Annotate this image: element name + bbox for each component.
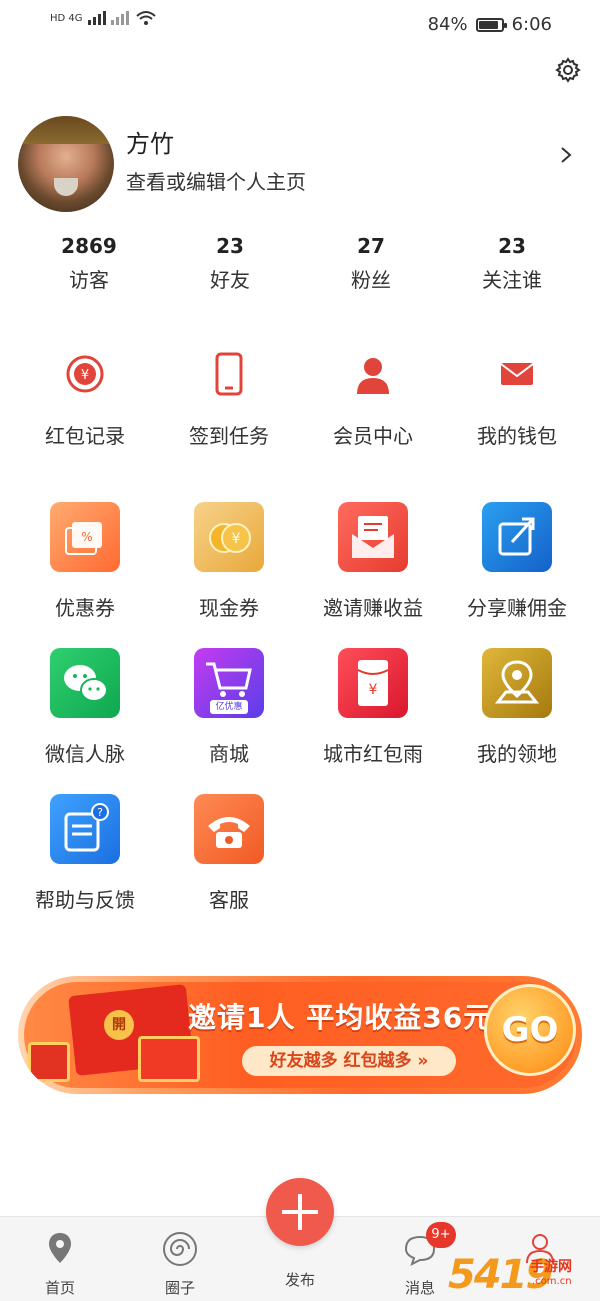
svg-text:%: %	[81, 530, 92, 544]
profile-edit-link[interactable]: 查看或编辑个人主页	[126, 166, 306, 195]
grid-cash-coupon[interactable]: ¥ 现金券	[154, 502, 304, 621]
phone-icon	[215, 352, 243, 396]
stat-fans[interactable]: 27 粉丝	[301, 234, 441, 293]
message-badge: 9+	[426, 1222, 456, 1248]
tile-label: 商城	[209, 742, 249, 766]
coins-icon: ¥	[194, 502, 264, 572]
network-label: 4G	[68, 13, 83, 24]
grid-share-commission[interactable]: 分享赚佣金	[442, 502, 592, 621]
tile-label: 我的领地	[477, 742, 557, 766]
gift-box-icon	[138, 1036, 200, 1082]
grid-customer-service[interactable]: 客服	[154, 794, 304, 913]
grid-help-feedback[interactable]: ? 帮助与反馈	[10, 794, 160, 913]
stat-label: 好友	[210, 268, 250, 292]
stat-value: 2869	[61, 234, 117, 258]
grid-my-territory[interactable]: 我的领地	[442, 648, 592, 767]
grid-mall[interactable]: 亿优惠 商城	[154, 648, 304, 767]
battery-icon	[475, 17, 507, 32]
red-packet-icon: ¥	[338, 648, 408, 718]
stat-value: 23	[216, 234, 244, 258]
telephone-icon	[194, 794, 264, 864]
mall-badge: 亿优惠	[215, 702, 243, 712]
envelope-icon	[500, 363, 534, 385]
nav-home[interactable]: 首页	[0, 1217, 120, 1298]
tile-label: 客服	[209, 888, 249, 912]
plus-icon	[282, 1194, 318, 1230]
grid-coupon[interactable]: % 优惠券	[10, 502, 160, 621]
nav-circle[interactable]: 圈子	[120, 1217, 240, 1298]
nav-label: 圈子	[164, 1279, 195, 1297]
post-button[interactable]	[266, 1178, 334, 1246]
watermark-name: 手游网	[530, 1259, 572, 1275]
wechat-icon	[50, 648, 120, 718]
clock: 6:06	[511, 14, 552, 35]
quick-label: 会员中心	[333, 424, 413, 448]
gear-icon[interactable]	[554, 56, 582, 84]
quick-label: 签到任务	[189, 424, 269, 448]
stat-value: 27	[357, 234, 385, 258]
tile-label: 现金券	[199, 596, 259, 620]
tile-label: 分享赚佣金	[467, 596, 567, 620]
svg-text:¥: ¥	[232, 531, 241, 547]
stat-label: 粉丝	[351, 268, 391, 292]
svg-text:¥: ¥	[81, 368, 89, 383]
invite-envelope-icon	[338, 502, 408, 572]
invite-banner[interactable]: 開 邀请1人 平均收益36元 好友越多 红包越多 » GO	[18, 976, 582, 1094]
quick-label: 红包记录	[45, 424, 125, 448]
stat-friends[interactable]: 23 好友	[160, 234, 300, 293]
signal-icon	[87, 11, 129, 25]
quick-redpacket-records[interactable]: ¥ 红包记录	[10, 350, 160, 449]
nav-label: 首页	[44, 1279, 75, 1297]
tile-label: 城市红包雨	[323, 742, 423, 766]
feedback-icon: ?	[50, 794, 120, 864]
status-bar: HD 4G 84% 6:06	[0, 0, 600, 48]
coupon-icon: %	[50, 502, 120, 572]
tile-label: 微信人脉	[45, 742, 125, 766]
hd-label: HD	[50, 13, 66, 24]
stat-value: 23	[498, 234, 526, 258]
gift-box-icon	[28, 1042, 70, 1082]
status-right: 84% 6:06	[428, 14, 552, 35]
avatar[interactable]	[18, 116, 114, 212]
quick-checkin-tasks[interactable]: 签到任务	[154, 350, 304, 449]
envelope-seal: 開	[104, 1010, 134, 1040]
person-icon	[357, 358, 389, 394]
grid-invite-earn[interactable]: 邀请赚收益	[298, 502, 448, 621]
tile-label: 邀请赚收益	[323, 596, 423, 620]
stat-visitors[interactable]: 2869 访客	[19, 234, 159, 293]
signal-indicators: HD 4G	[50, 10, 157, 26]
location-icon	[49, 1233, 71, 1263]
stat-label: 访客	[69, 268, 109, 292]
quick-member-center[interactable]: 会员中心	[298, 350, 448, 449]
chevron-right-icon[interactable]	[560, 146, 572, 164]
cart-icon: 亿优惠	[194, 648, 264, 718]
grid-city-redpacket-rain[interactable]: ¥ 城市红包雨	[298, 648, 448, 767]
grid-wechat-contacts[interactable]: 微信人脉	[10, 648, 160, 767]
wifi-icon	[136, 11, 156, 25]
share-icon	[482, 502, 552, 572]
go-button[interactable]: GO	[484, 984, 576, 1076]
site-watermark: 5419 手游网 .com.cn	[448, 1252, 598, 1298]
banner-subtitle-pill: 好友越多 红包越多 »	[242, 1046, 456, 1076]
svg-text:¥: ¥	[369, 682, 378, 698]
battery-percent: 84%	[427, 14, 468, 35]
banner-title: 邀请1人 平均收益36元	[188, 1001, 493, 1034]
svg-text:?: ?	[97, 806, 103, 819]
tile-label: 帮助与反馈	[35, 888, 135, 912]
tile-label: 优惠券	[55, 596, 115, 620]
nav-label: 发布	[284, 1271, 315, 1289]
quick-label: 我的钱包	[477, 424, 557, 448]
map-pin-icon	[482, 648, 552, 718]
profile-name: 方竹	[126, 130, 174, 158]
spiral-icon	[163, 1232, 197, 1266]
quick-wallet[interactable]: 我的钱包	[442, 350, 592, 449]
yuan-refresh-icon: ¥	[66, 355, 104, 393]
stat-following[interactable]: 23 关注谁	[442, 234, 582, 293]
stat-label: 关注谁	[482, 268, 542, 292]
watermark-domain: .com.cn	[532, 1276, 572, 1287]
